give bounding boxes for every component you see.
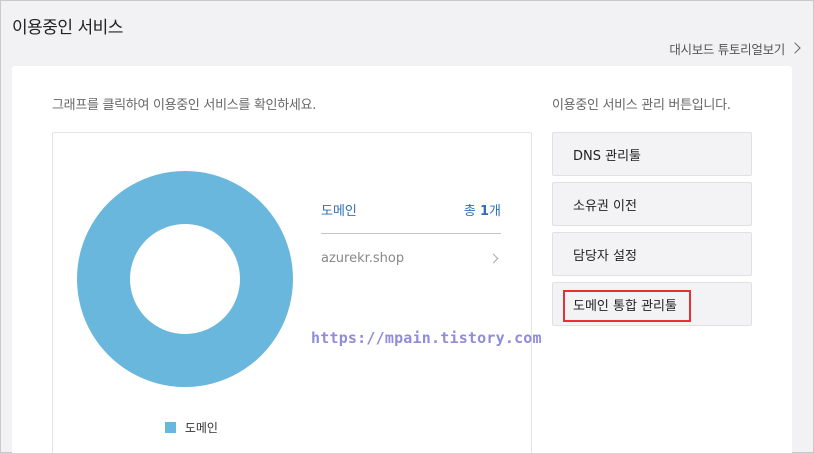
- donut-slice-도메인[interactable]: [77, 171, 293, 387]
- button-label: 담당자 설정: [573, 248, 637, 264]
- service-info: 도메인 총 1개 azurekr.shop: [321, 200, 501, 266]
- service-info-header: 도메인 총 1개: [321, 200, 501, 234]
- button-label: 소유권 이전: [573, 198, 637, 214]
- total-prefix: 총: [463, 204, 480, 219]
- button-label: 도메인 통합 관리툴: [573, 298, 677, 314]
- service-card: 그래프를 클릭하여 이용중인 서비스를 확인하세요. 이용중인 서비스 관리 버…: [12, 66, 792, 453]
- page-title: 이용중인 서비스: [12, 18, 123, 38]
- donut-chart[interactable]: [77, 171, 293, 387]
- legend-label: 도메인: [184, 421, 218, 435]
- button-label: DNS 관리툴: [573, 148, 641, 164]
- dashboard-tutorial-link[interactable]: 대시보드 튜토리얼보기: [669, 39, 801, 58]
- service-list-item[interactable]: azurekr.shop: [321, 251, 501, 266]
- chevron-right-icon: [488, 253, 499, 264]
- chart-box: 도메인 도메인 총 1개 azurekr.shop: [52, 132, 532, 453]
- contact-settings-button[interactable]: 담당자 설정: [552, 232, 752, 276]
- actions-hint: 이용중인 서비스 관리 버튼입니다.: [552, 98, 731, 113]
- total-count: 1: [479, 204, 490, 219]
- legend-swatch: [165, 422, 176, 433]
- dns-manager-button[interactable]: DNS 관리툴: [552, 132, 752, 176]
- chart-legend: 도메인: [165, 419, 218, 436]
- chevron-right-icon: [789, 42, 801, 54]
- action-button-list: DNS 관리툴 소유권 이전 담당자 설정 도메인 통합 관리툴: [552, 132, 752, 332]
- chart-hint: 그래프를 클릭하여 이용중인 서비스를 확인하세요.: [52, 98, 317, 113]
- domain-integrated-manager-button[interactable]: 도메인 통합 관리툴: [552, 282, 752, 326]
- tutorial-link-label: 대시보드 튜토리얼보기: [669, 42, 785, 57]
- service-total: 총 1개: [464, 200, 501, 219]
- ownership-transfer-button[interactable]: 소유권 이전: [552, 182, 752, 226]
- total-suffix: 개: [489, 204, 501, 219]
- domain-name: azurekr.shop: [321, 251, 405, 266]
- service-category: 도메인: [321, 204, 357, 219]
- watermark: https://mpain.tistory.com: [311, 329, 542, 347]
